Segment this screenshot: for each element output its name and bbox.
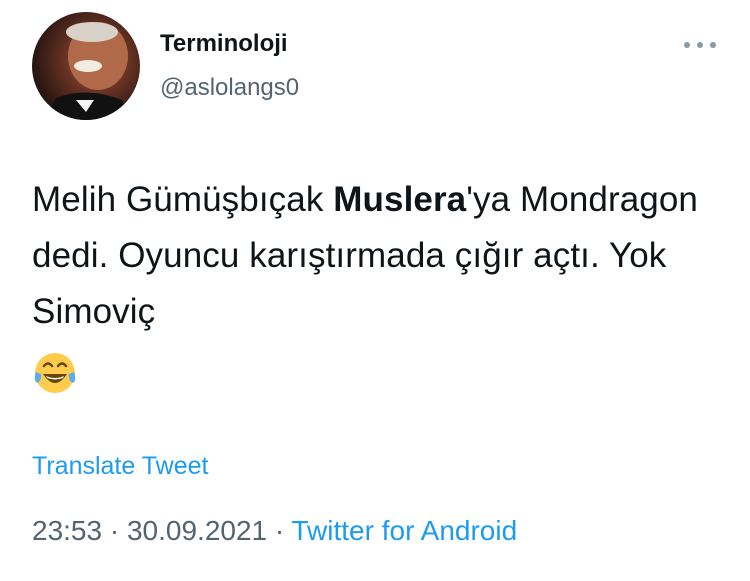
tweet-text-bold: Muslera	[333, 180, 467, 219]
meta-separator: ·	[274, 515, 285, 546]
author-name[interactable]: Terminoloji	[160, 30, 288, 58]
meta-separator: ·	[109, 515, 120, 546]
tweet-source-link[interactable]: Twitter for Android	[292, 515, 518, 546]
tweet-meta: 23:53 · 30.09.2021 · Twitter for Android	[32, 515, 517, 547]
avatar[interactable]	[32, 12, 140, 120]
tweet-text-part: Melih Gümüşbıçak	[32, 180, 334, 219]
tweet-date[interactable]: 30.09.2021	[127, 515, 267, 546]
tweet-time[interactable]: 23:53	[32, 515, 102, 546]
tweet-text: Melih Gümüşbıçak Muslera'ya Mondragon de…	[32, 172, 732, 396]
author-handle[interactable]: @aslolangs0	[160, 74, 299, 102]
face-with-tears-of-joy-emoji	[34, 352, 76, 393]
more-options-button[interactable]	[680, 30, 720, 60]
more-horizontal-icon	[684, 42, 716, 48]
avatar-photo	[42, 22, 136, 120]
translate-tweet-link[interactable]: Translate Tweet	[32, 452, 208, 481]
